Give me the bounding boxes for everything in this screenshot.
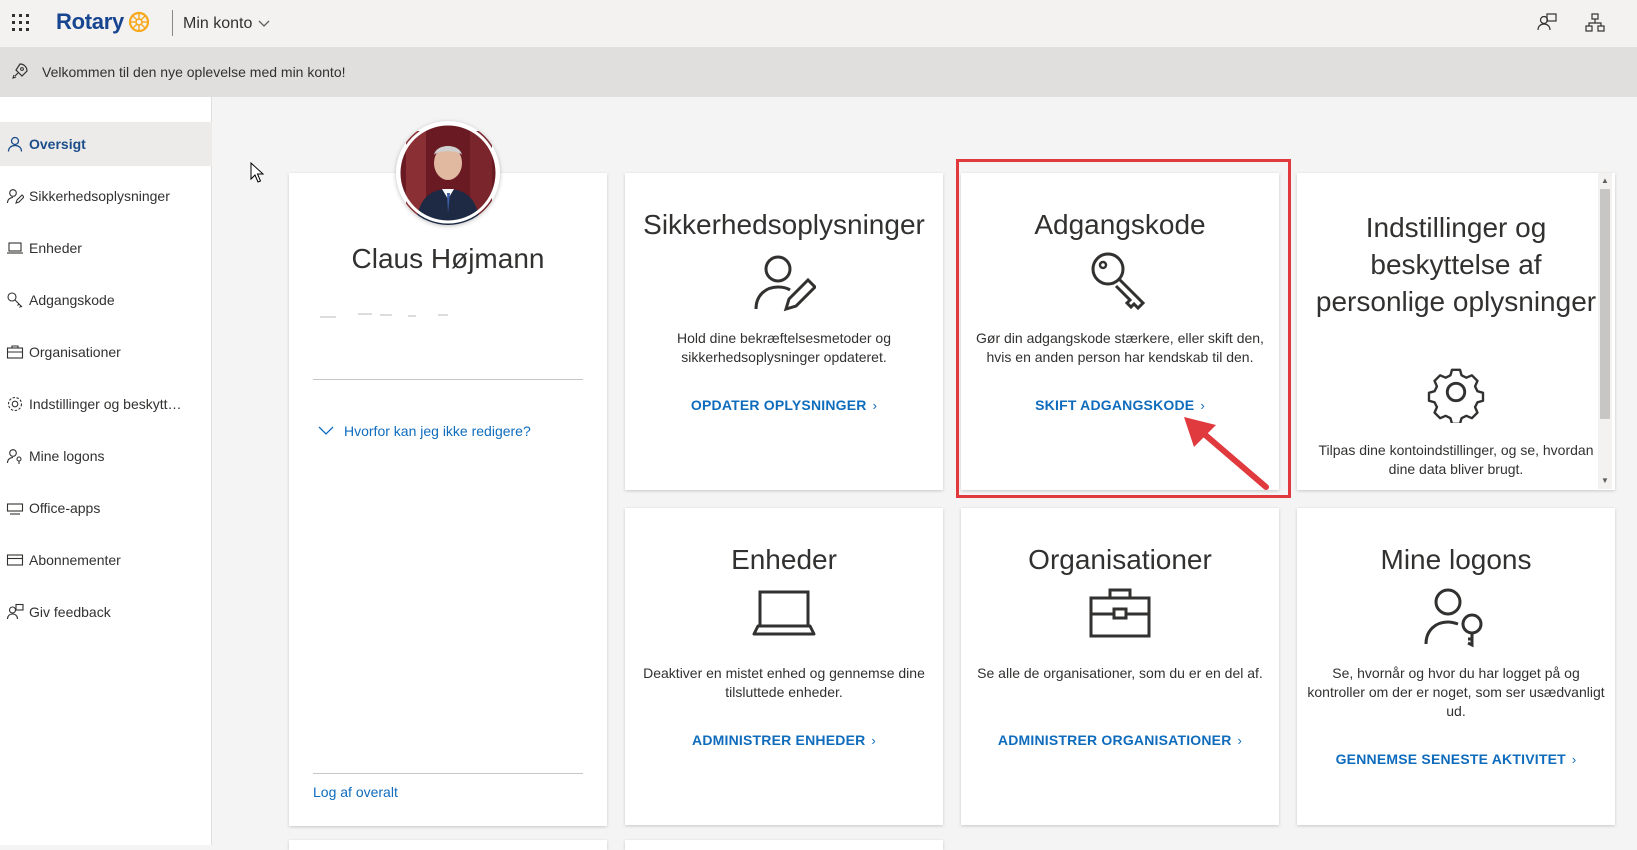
sidebar-item-label: Sikkerhedsoplysninger [29,188,170,204]
update-info-link[interactable]: OPDATER OPLYSNINGER › [625,397,943,413]
sidebar-item-organizations[interactable]: Organisationer [0,330,212,374]
laptop-icon [7,242,23,254]
card-description: Tilpas dine kontoindstillinger, og se, h… [1318,442,1594,477]
card-description: Deaktiver en mistet enhed og gennemse di… [643,665,925,700]
card-title: Sikkerhedsoplysninger [643,209,925,240]
chevron-right-icon: › [871,733,876,748]
sidebar-item-oversigt[interactable]: Oversigt [0,122,212,166]
sidebar-item-label: Organisationer [29,344,121,360]
link-label: OPDATER OPLYSNINGER [690,397,867,413]
profile-divider-bottom [313,773,583,774]
rotary-logo[interactable]: Rotary [56,9,150,35]
chevron-right-icon: › [1571,752,1577,767]
organizations-card[interactable]: Organisationer Se alle de organisationer… [961,508,1279,825]
card-description: Se alle de organisationer, som du er en … [977,665,1263,681]
sidebar-item-label: Oversigt [29,136,86,152]
profile-name: Claus Højmann [351,243,545,274]
gear-icon [1427,368,1485,423]
person-edit-icon [6,189,24,204]
settings-privacy-card[interactable]: Indstillinger og beskyttelse af personli… [1297,173,1615,490]
person-icon [7,136,23,152]
why-cant-edit-label: Hvorfor kan jeg ikke redigere? [344,423,531,439]
sidebar-item-settings[interactable]: Indstillinger og beskytt… [0,382,212,426]
mouse-cursor-icon [250,162,264,183]
credit-card-icon [6,554,24,566]
partial-card [625,840,943,850]
card-description: Hold dine bekræftelsesmetoder og sikkerh… [676,330,891,365]
chevron-down-icon [258,20,270,27]
sidebar-item-my-logons[interactable]: Mine logons [0,434,212,478]
card-description: Se, hvornår og hvor du har logget på og … [1307,665,1605,719]
chevron-right-icon: › [872,398,878,413]
sidebar-item-label: Adgangskode [29,292,115,308]
top-bar: Rotary Min konto [0,0,1637,47]
sidebar-item-label: Office-apps [29,500,101,516]
scroll-up-arrow[interactable]: ▲ [1600,176,1610,186]
chevron-down-icon [318,426,334,435]
card-title: Enheder [731,544,837,575]
link-label: ADMINISTRER ENHEDER [692,732,866,748]
manage-organizations-link[interactable]: ADMINISTRER ORGANISATIONER › [961,732,1279,748]
sidebar-item-password[interactable]: Adgangskode [0,278,212,322]
sidebar-item-office-apps[interactable]: Office-apps [0,486,212,530]
laptop-icon [752,590,816,636]
rotary-wheel-icon [128,11,149,33]
brand-name: Rotary [56,9,124,34]
org-chart-icon[interactable] [1584,12,1606,34]
review-recent-activity-link[interactable]: GENNEMSE SENESTE AKTIVITET › [1297,751,1615,767]
title-divider [172,10,173,36]
rocket-icon [12,63,28,79]
profile-photo [397,122,499,225]
log-out-everywhere-link[interactable]: Log af overalt [313,784,398,800]
sidebar-item-label: Indstillinger og beskytt… [29,396,182,412]
redacted-email [318,306,468,318]
sidebar-item-security[interactable]: Sikkerhedsoplysninger [0,174,212,218]
person-edit-icon [754,255,816,312]
person-key-icon [1424,588,1483,648]
sidebar-item-devices[interactable]: Enheder [0,226,212,270]
waffle-icon[interactable] [12,14,30,32]
sidebar-item-subscriptions[interactable]: Abonnementer [0,538,212,582]
key-icon [7,292,23,308]
profile-divider [313,379,583,380]
gear-icon [7,396,23,412]
welcome-banner: Velkommen til den nye oplevelse med min … [0,47,1637,97]
scroll-down-arrow[interactable]: ▼ [1600,476,1610,486]
sidebar-item-label: Giv feedback [29,604,111,620]
link-label: GENNEMSE SENESTE AKTIVITET [1335,751,1566,767]
manage-devices-link[interactable]: ADMINISTRER ENHEDER › [625,732,943,748]
briefcase-icon [1089,588,1151,638]
sidebar-item-label: Abonnementer [29,552,121,568]
sidebar-item-label: Enheder [29,240,82,256]
card-title: Organisationer [1028,544,1212,575]
avatar[interactable] [396,121,500,225]
my-logons-card[interactable]: Mine logons Se, hvornår og hvor du har l… [1297,508,1615,825]
sidebar-nav: Oversigt Sikkerhedsoplysninger Enheder A… [0,97,212,845]
card-title: Mine logons [1380,544,1532,575]
app-title: Min konto [183,15,253,32]
chevron-right-icon: › [1237,733,1243,748]
person-key-icon [6,449,22,464]
feedback-icon[interactable] [1536,12,1558,34]
app-title-menu[interactable]: Min konto [183,15,270,33]
partial-card [289,840,607,850]
link-label: ADMINISTRER ORGANISATIONER [997,732,1232,748]
card-title: Indstillinger og beskyttelse af personli… [1315,212,1597,317]
office-apps-icon [6,503,24,515]
security-info-card[interactable]: Sikkerhedsoplysninger Hold dine bekræfte… [625,173,943,490]
red-arrow-icon [1184,417,1269,490]
devices-card[interactable]: Enheder Deaktiver en mistet enhed og gen… [625,508,943,825]
sidebar-item-feedback[interactable]: Giv feedback [0,590,212,634]
sidebar-item-label: Mine logons [29,448,105,464]
scrollbar-thumb[interactable] [1600,189,1610,419]
briefcase-icon [6,345,24,359]
why-cant-edit-link[interactable]: Hvorfor kan jeg ikke redigere? [318,423,531,439]
feedback-icon [6,603,24,620]
banner-text: Velkommen til den nye oplevelse med min … [42,64,346,80]
